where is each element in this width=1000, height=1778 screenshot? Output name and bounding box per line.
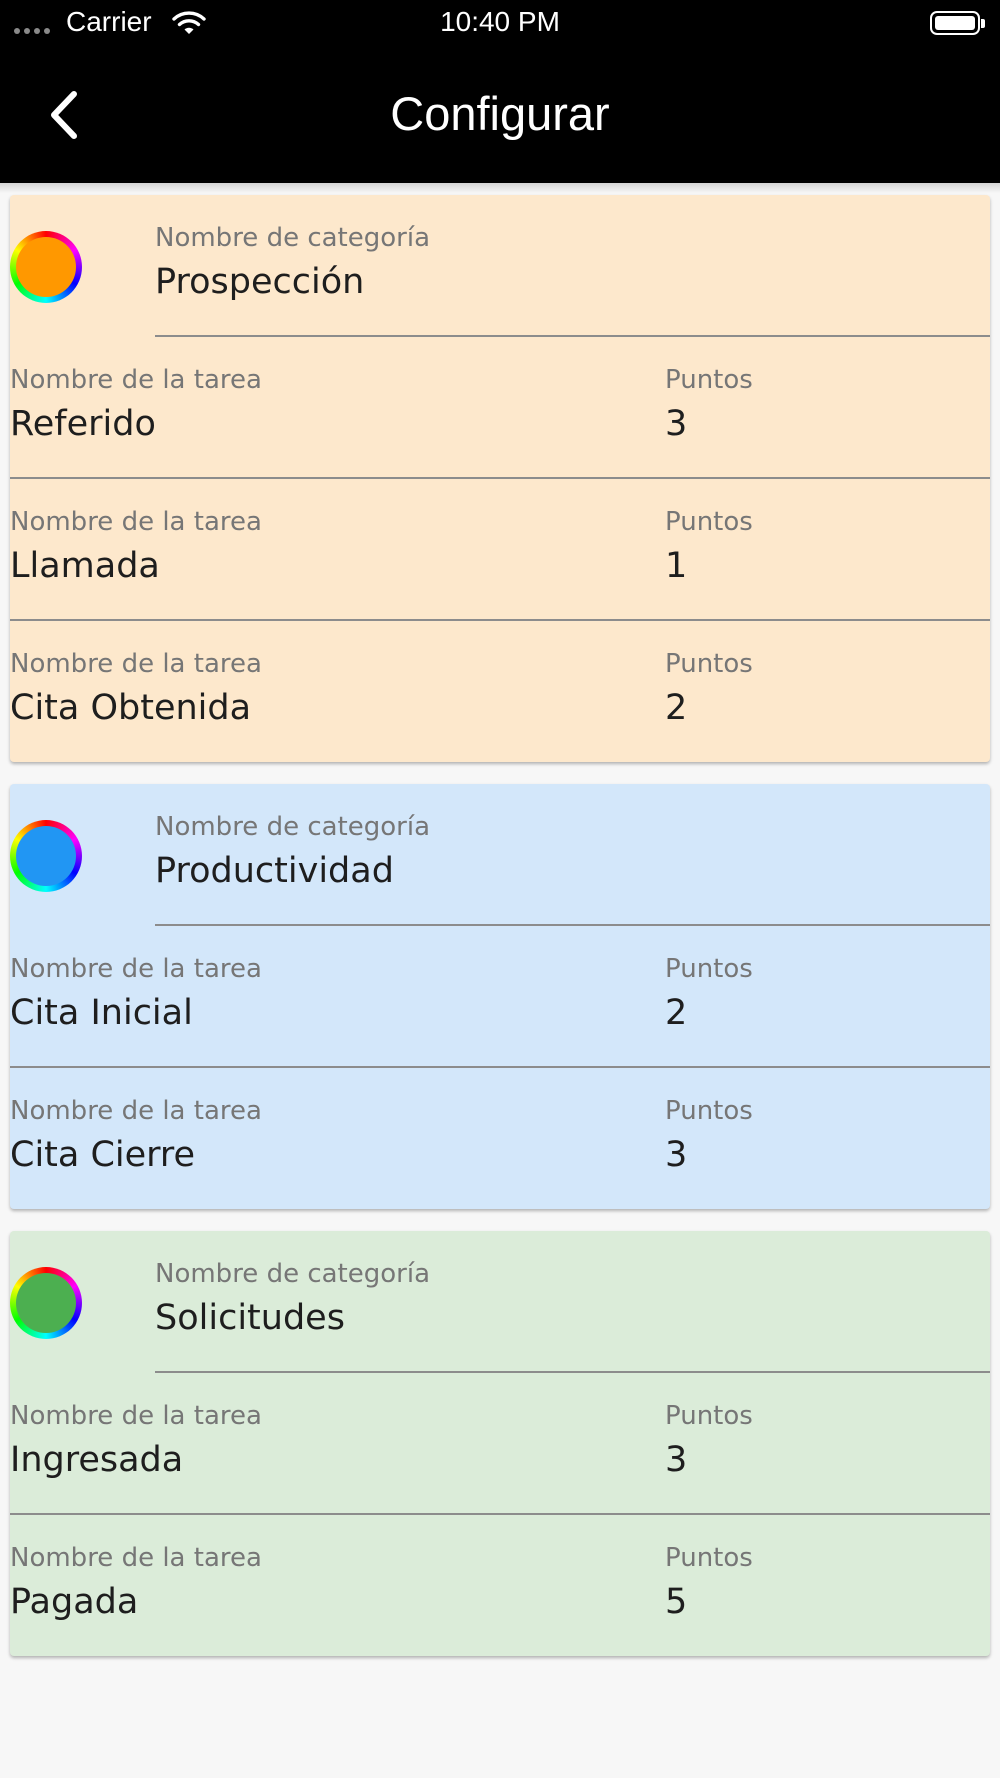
- page-title: Configurar: [390, 87, 610, 140]
- task-name-label: Nombre de la tarea: [10, 1401, 262, 1431]
- color-picker-button[interactable]: [10, 231, 82, 303]
- task-name-field[interactable]: Nombre de la tarea Cita Inicial: [10, 926, 650, 1066]
- task-points-field[interactable]: Puntos 2: [665, 621, 965, 762]
- status-time: 10:40 PM: [440, 6, 560, 37]
- task-name-value: Ingresada: [10, 1440, 184, 1480]
- task-points-value: 3: [665, 1135, 688, 1175]
- category-name-value: Solicitudes: [155, 1298, 345, 1338]
- task-points-field[interactable]: Puntos 1: [665, 479, 965, 619]
- task-name-field[interactable]: Nombre de la tarea Pagada: [10, 1515, 650, 1656]
- task-name-label: Nombre de la tarea: [10, 1096, 262, 1126]
- color-picker-button[interactable]: [10, 820, 82, 892]
- task-points-label: Puntos: [665, 365, 753, 395]
- task-points-value: 1: [665, 546, 688, 586]
- task-row: Nombre de la tarea Pagada Puntos 5: [10, 1515, 990, 1656]
- task-points-label: Puntos: [665, 649, 753, 679]
- task-points-value: 3: [665, 404, 688, 444]
- category-name-value: Prospección: [155, 262, 365, 302]
- task-name-value: Pagada: [10, 1582, 139, 1622]
- task-points-label: Puntos: [665, 1401, 753, 1431]
- battery-icon: [930, 11, 985, 35]
- category-name-label: Nombre de categoría: [155, 812, 431, 842]
- task-name-label: Nombre de la tarea: [10, 1543, 262, 1573]
- task-name-label: Nombre de la tarea: [10, 507, 262, 537]
- category-header: Nombre de categoría Prospección: [10, 195, 990, 337]
- task-points-field[interactable]: Puntos 3: [665, 337, 965, 477]
- header-shadow: [0, 183, 1000, 193]
- task-name-value: Cita Obtenida: [10, 688, 252, 728]
- category-name-field[interactable]: Nombre de categoría Prospección: [155, 195, 990, 337]
- category-name-field[interactable]: Nombre de categoría Productividad: [155, 784, 990, 926]
- category-header: Nombre de categoría Productividad: [10, 784, 990, 926]
- task-row: Nombre de la tarea Referido Puntos 3: [10, 337, 990, 479]
- task-name-label: Nombre de la tarea: [10, 365, 262, 395]
- category-card: Nombre de categoría Prospección Nombre de …: [10, 195, 990, 762]
- category-card: Nombre de categoría Solicitudes Nombre de …: [10, 1231, 990, 1656]
- task-points-label: Puntos: [665, 1096, 753, 1126]
- task-points-label: Puntos: [665, 507, 753, 537]
- category-header: Nombre de categoría Solicitudes: [10, 1231, 990, 1373]
- color-picker-button[interactable]: [10, 1267, 82, 1339]
- task-points-field[interactable]: Puntos 3: [665, 1068, 965, 1209]
- status-bar: Carrier 10:40 PM: [0, 0, 1000, 48]
- task-name-value: Cita Cierre: [10, 1135, 196, 1175]
- category-color-swatch: [16, 237, 76, 297]
- task-row: Nombre de la tarea Cita Cierre Puntos 3: [10, 1068, 990, 1209]
- task-name-field[interactable]: Nombre de la tarea Cita Cierre: [10, 1068, 650, 1209]
- task-points-value: 5: [665, 1582, 688, 1622]
- task-points-field[interactable]: Puntos 2: [665, 926, 965, 1066]
- task-name-value: Llamada: [10, 546, 160, 586]
- task-points-value: 2: [665, 688, 688, 728]
- task-points-field[interactable]: Puntos 5: [665, 1515, 965, 1656]
- task-name-value: Referido: [10, 404, 156, 444]
- task-name-value: Cita Inicial: [10, 993, 193, 1033]
- category-card: Nombre de categoría Productividad Nombre d…: [10, 784, 990, 1209]
- task-name-field[interactable]: Nombre de la tarea Referido: [10, 337, 650, 477]
- task-points-label: Puntos: [665, 1543, 753, 1573]
- category-name-field[interactable]: Nombre de categoría Solicitudes: [155, 1231, 990, 1373]
- task-name-field[interactable]: Nombre de la tarea Llamada: [10, 479, 650, 619]
- category-color-swatch: [16, 1273, 76, 1333]
- task-row: Nombre de la tarea Cita Inicial Puntos 2: [10, 926, 990, 1068]
- task-name-label: Nombre de la tarea: [10, 649, 262, 679]
- task-points-field[interactable]: Puntos 3: [665, 1373, 965, 1513]
- task-points-value: 2: [665, 993, 688, 1033]
- task-row: Nombre de la tarea Ingresada Puntos 3: [10, 1373, 990, 1515]
- category-name-value: Productividad: [155, 851, 394, 891]
- task-name-field[interactable]: Nombre de la tarea Cita Obtenida: [10, 621, 650, 762]
- category-name-label: Nombre de categoría: [155, 223, 431, 253]
- app-header: Carrier 10:40 PM Configurar: [0, 0, 1000, 183]
- task-name-label: Nombre de la tarea: [10, 954, 262, 984]
- task-points-label: Puntos: [665, 954, 753, 984]
- task-row: Nombre de la tarea Cita Obtenida Puntos 2: [10, 621, 990, 762]
- task-points-value: 3: [665, 1440, 688, 1480]
- category-color-swatch: [16, 826, 76, 886]
- category-name-label: Nombre de categoría: [155, 1259, 431, 1289]
- task-row: Nombre de la tarea Llamada Puntos 1: [10, 479, 990, 621]
- task-name-field[interactable]: Nombre de la tarea Ingresada: [10, 1373, 650, 1513]
